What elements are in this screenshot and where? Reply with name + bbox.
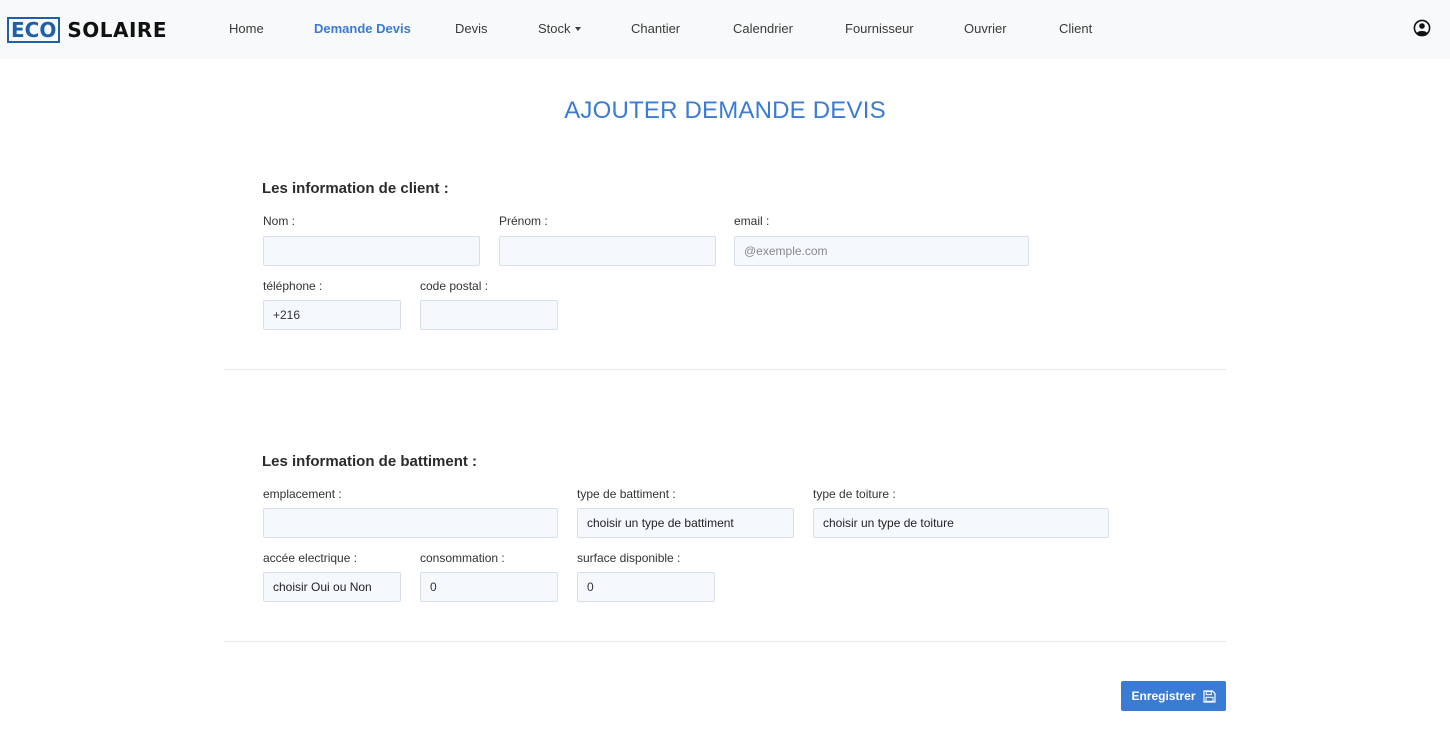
batiment-section-heading: Les information de battiment : [262, 453, 478, 470]
emplacement-input[interactable] [263, 508, 558, 538]
brand-eco: ECO [7, 17, 61, 43]
type-toiture-select[interactable]: choisir un type de toiture [813, 508, 1109, 538]
user-circle-icon[interactable] [1413, 19, 1431, 37]
prenom-input[interactable] [499, 236, 716, 266]
save-button[interactable]: Enregistrer [1121, 681, 1226, 711]
navbar: ECO SOLAIRE Home Demande Devis Devis Sto… [0, 0, 1450, 59]
prenom-label: Prénom : [499, 214, 548, 228]
emplacement-label: emplacement : [263, 487, 342, 501]
nav-stock-dropdown[interactable]: Stock [538, 21, 581, 36]
consommation-input[interactable] [420, 572, 558, 602]
surface-label: surface disponible : [577, 551, 681, 565]
save-button-label: Enregistrer [1131, 689, 1196, 703]
nav-devis[interactable]: Devis [455, 21, 488, 36]
page-title: AJOUTER DEMANDE DEVIS [564, 97, 886, 124]
nav-ouvrier[interactable]: Ouvrier [964, 21, 1007, 36]
acces-electrique-label: accée electrique : [263, 551, 358, 565]
type-batiment-label: type de battiment : [577, 487, 676, 501]
code-postal-input[interactable] [420, 300, 558, 330]
telephone-input[interactable] [263, 300, 401, 330]
consommation-label: consommation : [420, 551, 505, 565]
type-toiture-label: type de toiture : [813, 487, 896, 501]
nav-home[interactable]: Home [229, 21, 264, 36]
brand-logo[interactable]: ECO SOLAIRE [7, 17, 167, 43]
section-divider [224, 369, 1226, 370]
nav-stock-label: Stock [538, 21, 571, 36]
nav-client[interactable]: Client [1059, 21, 1092, 36]
nav-fournisseur[interactable]: Fournisseur [845, 21, 914, 36]
telephone-label: téléphone : [263, 279, 323, 293]
nav-calendrier[interactable]: Calendrier [733, 21, 793, 36]
nav-demande-devis[interactable]: Demande Devis [314, 21, 411, 36]
nom-label: Nom : [263, 214, 296, 228]
brand-solaire: SOLAIRE [67, 18, 167, 42]
floppy-disk-icon [1202, 689, 1216, 703]
caret-down-icon [574, 27, 581, 31]
code-postal-label: code postal : [420, 279, 489, 293]
acces-electrique-select[interactable]: choisir Oui ou Non [263, 572, 401, 602]
nav-chantier[interactable]: Chantier [631, 21, 680, 36]
client-section-heading: Les information de client : [262, 180, 449, 197]
nom-input[interactable] [263, 236, 480, 266]
section-divider [224, 641, 1226, 642]
type-batiment-select[interactable]: choisir un type de battiment [577, 508, 794, 538]
email-label: email : [734, 214, 770, 228]
surface-input[interactable] [577, 572, 715, 602]
email-input[interactable] [734, 236, 1029, 266]
